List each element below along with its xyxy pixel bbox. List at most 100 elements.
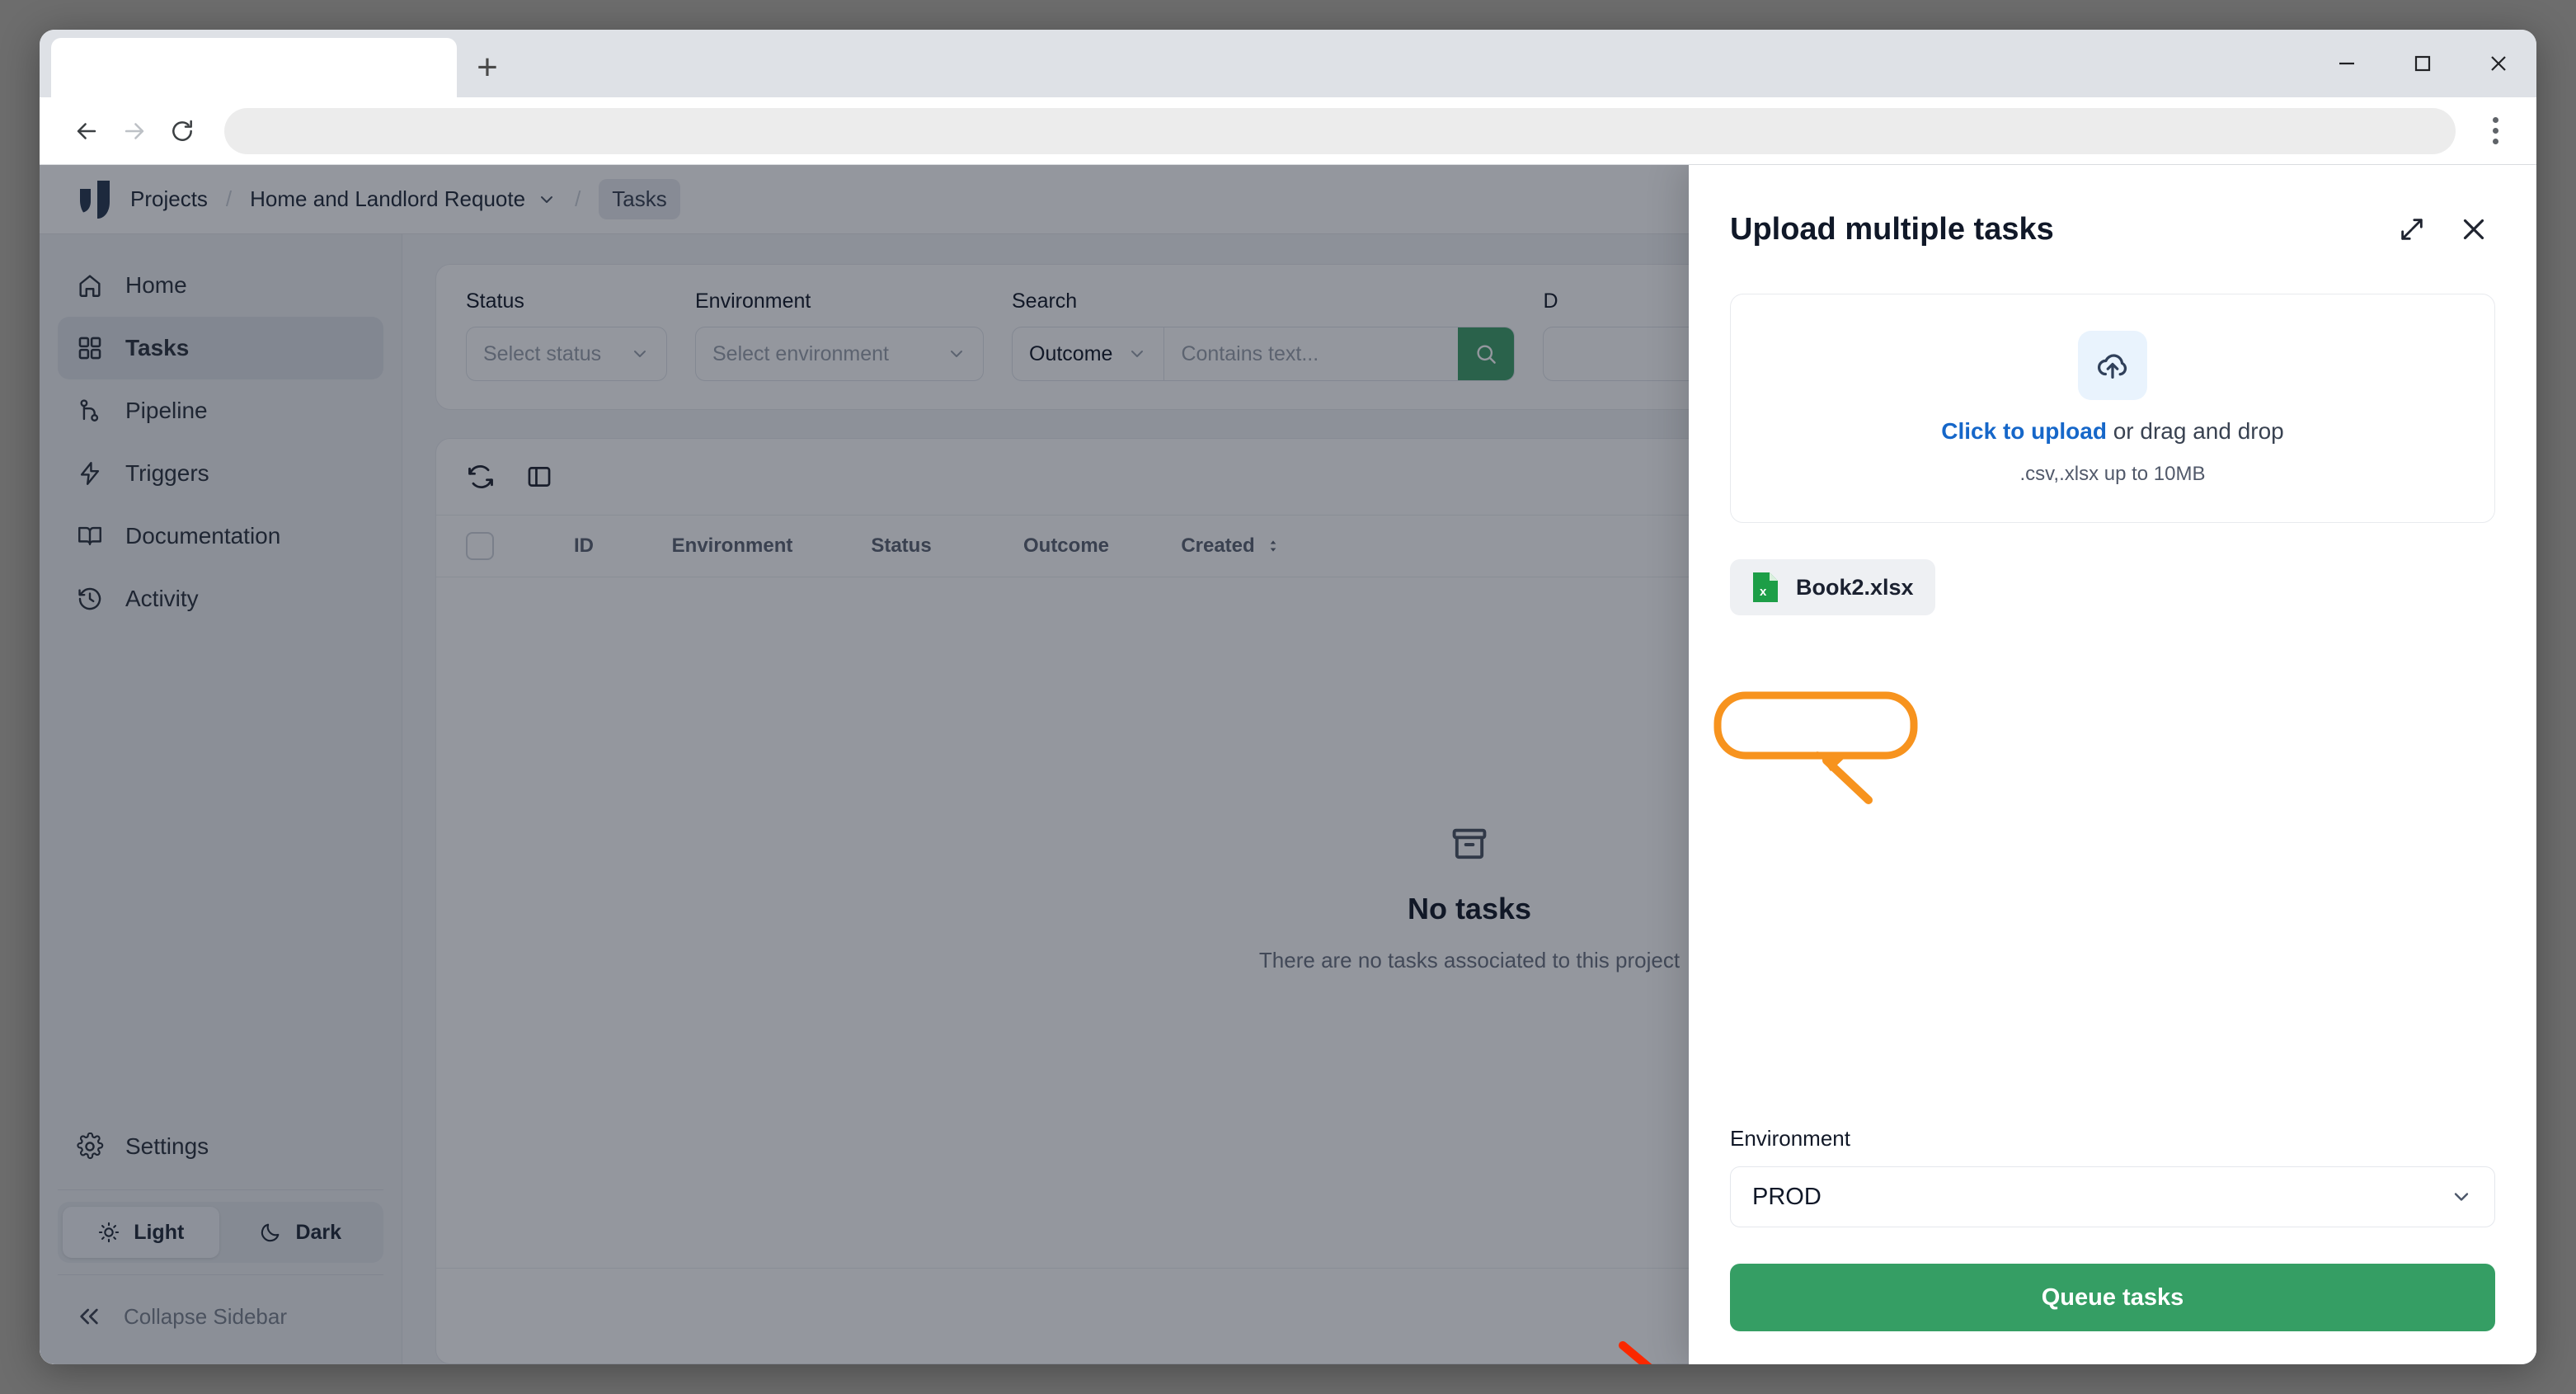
search-submit-button[interactable] (1458, 327, 1515, 380)
theme-toggle: Light Dark (58, 1202, 383, 1263)
drawer-title: Upload multiple tasks (1730, 211, 2054, 247)
dropzone-rest-text: or drag and drop (2106, 418, 2284, 444)
kebab-menu-icon (2492, 117, 2498, 123)
arrow-right-icon (125, 122, 144, 139)
theme-dark-button[interactable]: Dark (223, 1207, 379, 1258)
queue-tasks-label: Queue tasks (2041, 1283, 2184, 1311)
sidebar-item-tasks[interactable]: Tasks (58, 317, 383, 379)
sidebar: Home Tasks Pipeline Triggers Documentati… (40, 234, 402, 1364)
new-tab-button[interactable]: + (457, 38, 518, 97)
gear-icon (76, 1133, 104, 1161)
chevrons-left-icon (80, 1308, 98, 1325)
filter-status-label: Status (466, 290, 524, 313)
forward-button[interactable] (110, 107, 158, 155)
page-viewport: Projects / Home and Landlord Requote / T… (40, 165, 2536, 1364)
search-icon (1477, 345, 1497, 364)
status-select[interactable]: Select status (466, 327, 667, 381)
column-header-created[interactable]: Created (1149, 535, 1314, 558)
refresh-button[interactable] (466, 462, 496, 492)
drawer-environment-select[interactable]: PROD (1730, 1166, 2495, 1227)
xlsx-file-icon: x (1753, 572, 1778, 602)
theme-light-label: Light (134, 1220, 185, 1244)
book-icon (76, 522, 104, 550)
refresh-icon (468, 464, 493, 489)
search-kind-select[interactable]: Outcome (1013, 327, 1165, 380)
drawer-footer: Environment PROD Queue tasks (1689, 1126, 2536, 1364)
dropzone-hint: .csv,.xlsx up to 10MB (2019, 463, 2206, 485)
sidebar-footer: Settings Light Dark Collapse Sidebar (58, 1115, 383, 1364)
chevron-down-icon (2454, 1193, 2469, 1201)
sidebar-item-label: Tasks (125, 335, 190, 360)
upload-tasks-drawer: Upload multiple tasks Click to upload or… (1689, 165, 2536, 1364)
close-icon (2463, 219, 2484, 240)
sidebar-item-pipeline[interactable]: Pipeline (58, 379, 383, 442)
divider (58, 1189, 383, 1190)
close-icon (2491, 56, 2506, 71)
svg-text:x: x (1760, 585, 1767, 599)
back-button[interactable] (63, 107, 110, 155)
column-header-id[interactable]: ID (522, 535, 646, 558)
sidebar-item-settings[interactable]: Settings (58, 1115, 383, 1178)
uploaded-file-chip[interactable]: x Book2.xlsx (1730, 559, 1935, 615)
reload-button[interactable] (158, 107, 206, 155)
close-button[interactable] (2461, 30, 2536, 97)
sidebar-item-home[interactable]: Home (58, 254, 383, 317)
sidebar-item-label: Settings (125, 1133, 209, 1159)
chevron-down-icon (634, 351, 646, 357)
theme-light-button[interactable]: Light (63, 1207, 219, 1258)
search-group: Outcome Contains text... (1012, 327, 1516, 381)
sidebar-item-activity[interactable]: Activity (58, 567, 383, 630)
drawer-body: Click to upload or drag and drop .csv,.x… (1689, 251, 2536, 1126)
file-dropzone[interactable]: Click to upload or drag and drop .csv,.x… (1730, 294, 2495, 523)
column-header-environment[interactable]: Environment (646, 535, 819, 558)
address-bar[interactable] (224, 107, 2456, 154)
queue-tasks-button[interactable]: Queue tasks (1730, 1264, 2495, 1331)
select-all-checkbox[interactable] (466, 532, 494, 560)
drawer-header: Upload multiple tasks (1689, 165, 2536, 251)
filter-environment-label: Environment (695, 290, 811, 313)
sidebar-item-label: Documentation (125, 523, 281, 549)
breadcrumb-current-tasks[interactable]: Tasks (599, 179, 680, 219)
search-input[interactable]: Contains text... (1164, 327, 1458, 380)
grid-icon (76, 334, 104, 362)
uploaded-files-list: x Book2.xlsx (1730, 559, 2495, 615)
empty-state-title: No tasks (1407, 891, 1532, 925)
sidebar-item-label: Pipeline (125, 398, 208, 423)
environment-select-value: Select environment (712, 341, 890, 365)
panel-layout-icon (528, 467, 551, 487)
drawer-environment-label: Environment (1730, 1126, 1850, 1151)
column-header-outcome[interactable]: Outcome (984, 535, 1149, 558)
sun-icon (99, 1222, 120, 1243)
cloud-upload-icon (2078, 331, 2147, 400)
reload-icon (172, 120, 192, 141)
expand-drawer-button[interactable] (2391, 209, 2433, 250)
columns-toggle-button[interactable] (525, 463, 553, 491)
breadcrumb-separator-2: / (575, 186, 581, 211)
close-drawer-button[interactable] (2452, 208, 2495, 251)
minimize-icon (2339, 62, 2354, 65)
minimize-button[interactable] (2309, 30, 2385, 97)
chevron-down-icon (541, 195, 553, 203)
browser-tab-strip: + (40, 30, 2536, 97)
search-input-placeholder: Contains text... (1181, 341, 1319, 365)
filter-search-label: Search (1012, 290, 1078, 313)
sort-updown-icon (1270, 540, 1276, 552)
browser-menu-button[interactable] (2474, 108, 2517, 154)
breadcrumb-project-selector[interactable]: Home and Landlord Requote (250, 186, 557, 212)
collapse-sidebar-label: Collapse Sidebar (124, 1303, 288, 1329)
browser-window: + Projects / Home and Landlord Requote /… (40, 30, 2536, 1364)
maximize-button[interactable] (2385, 30, 2461, 97)
breadcrumb-projects[interactable]: Projects (130, 186, 208, 212)
sidebar-item-documentation[interactable]: Documentation (58, 505, 383, 567)
filter-environment: Environment Select environment (695, 290, 984, 381)
sidebar-item-triggers[interactable]: Triggers (58, 442, 383, 505)
browser-tab[interactable] (51, 38, 457, 97)
moon-icon (261, 1223, 280, 1242)
environment-select[interactable]: Select environment (695, 327, 984, 381)
dropzone-upload-link[interactable]: Click to upload (1941, 418, 2107, 444)
maximize-icon (2414, 55, 2431, 72)
chevron-down-icon (1131, 351, 1144, 357)
collapse-sidebar-button[interactable]: Collapse Sidebar (58, 1287, 383, 1346)
column-header-status[interactable]: Status (819, 535, 984, 558)
